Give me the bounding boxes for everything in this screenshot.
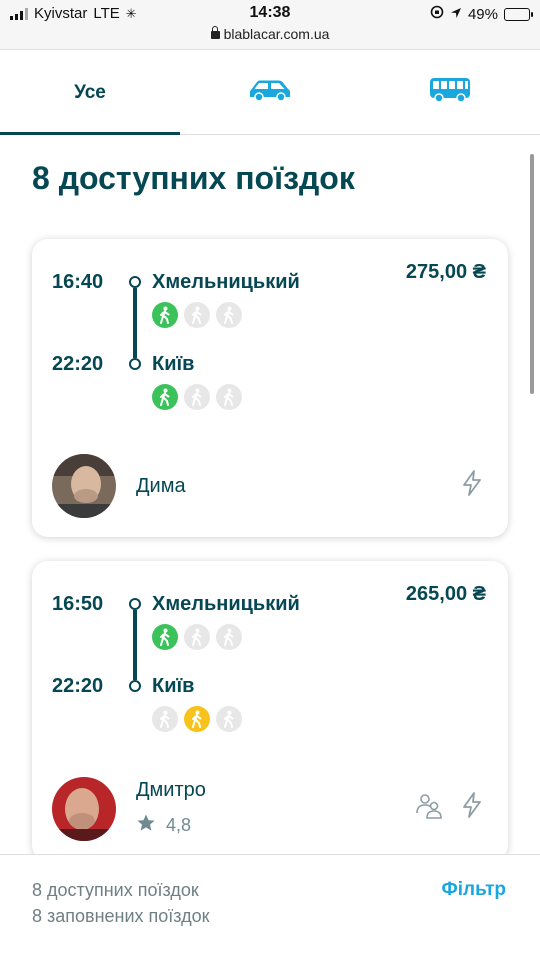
driver-name: Дима [136, 475, 186, 497]
route-start-dot [129, 276, 141, 288]
ride-price: 275,00 ₴ [405, 261, 486, 283]
arrival-city: Київ [152, 675, 195, 697]
walking-person-icon [216, 384, 242, 410]
walking-person-icon [152, 706, 178, 732]
walking-person-icon [216, 302, 242, 328]
tab-all[interactable]: Усе [0, 51, 180, 135]
arrival-walk-distance [152, 706, 242, 732]
orientation-lock-icon [430, 5, 444, 23]
walking-person-icon [184, 302, 210, 328]
results-footer: 8 доступних поїздок 8 заповнених поїздок… [0, 854, 540, 960]
walking-person-icon [216, 706, 242, 732]
route-line [133, 288, 137, 358]
ride-card[interactable]: 16:40 Хмельницький 275,00 ₴ 22:20 Київ Д… [32, 239, 508, 537]
url-text: blablacar.com.ua [223, 26, 330, 42]
bus-icon [428, 76, 472, 109]
route-end-dot [129, 680, 141, 692]
arrival-time: 22:20 [52, 675, 104, 697]
arrival-walk-distance [152, 384, 242, 410]
battery-percent: 49% [467, 5, 498, 23]
route-line [133, 610, 137, 680]
arrival-city: Київ [152, 353, 195, 375]
route-start-dot [129, 598, 141, 610]
departure-time: 16:40 [52, 271, 104, 293]
tab-bus[interactable] [360, 51, 540, 134]
location-icon [450, 6, 462, 23]
departure-city: Хмельницький [152, 593, 300, 615]
star-icon [136, 813, 156, 838]
walking-person-icon [152, 302, 178, 328]
car-icon [248, 78, 292, 107]
departure-walk-distance [152, 624, 242, 650]
driver-avatar [52, 777, 116, 841]
page-title: 8 доступних поїздок [32, 160, 355, 196]
max-two-back-icon [414, 791, 444, 821]
walking-person-icon [184, 624, 210, 650]
status-bar: Kyivstar LTE ✳ 14:38 49% blablacar.com.u… [0, 0, 540, 50]
walking-person-icon [216, 624, 242, 650]
ride-card[interactable]: 16:50 Хмельницький 265,00 ₴ 22:20 Київ Д… [32, 561, 508, 854]
available-count: 8 доступних поїздок [32, 880, 199, 900]
rating-value: 4,8 [166, 815, 192, 835]
departure-city: Хмельницький [152, 271, 300, 293]
driver-rating: 4,8 [136, 813, 191, 838]
battery-icon [504, 7, 533, 21]
walking-person-icon [152, 384, 178, 410]
tab-car[interactable] [180, 51, 360, 134]
rides-list[interactable]: 8 доступних поїздок 16:40 Хмельницький 2… [0, 136, 540, 854]
scrollbar[interactable] [530, 154, 534, 394]
full-count: 8 заповнених поїздок [32, 906, 210, 926]
departure-walk-distance [152, 302, 242, 328]
instant-booking-icon [460, 469, 484, 497]
departure-time: 16:50 [52, 593, 104, 615]
filter-button[interactable]: Фільтр [442, 879, 507, 901]
tab-all-label: Усе [74, 81, 106, 103]
driver-name: Дмитро [136, 779, 206, 801]
ride-price: 265,00 ₴ [405, 583, 486, 605]
arrival-time: 22:20 [52, 353, 104, 375]
transport-tabs: Усе [0, 51, 540, 135]
url-bar[interactable]: blablacar.com.ua [0, 26, 540, 42]
route-end-dot [129, 358, 141, 370]
walking-person-icon [184, 706, 210, 732]
walking-person-icon [152, 624, 178, 650]
walking-person-icon [184, 384, 210, 410]
driver-avatar [52, 454, 116, 518]
instant-booking-icon [460, 791, 484, 819]
lock-icon [210, 26, 220, 39]
status-right: 49% [430, 5, 533, 23]
